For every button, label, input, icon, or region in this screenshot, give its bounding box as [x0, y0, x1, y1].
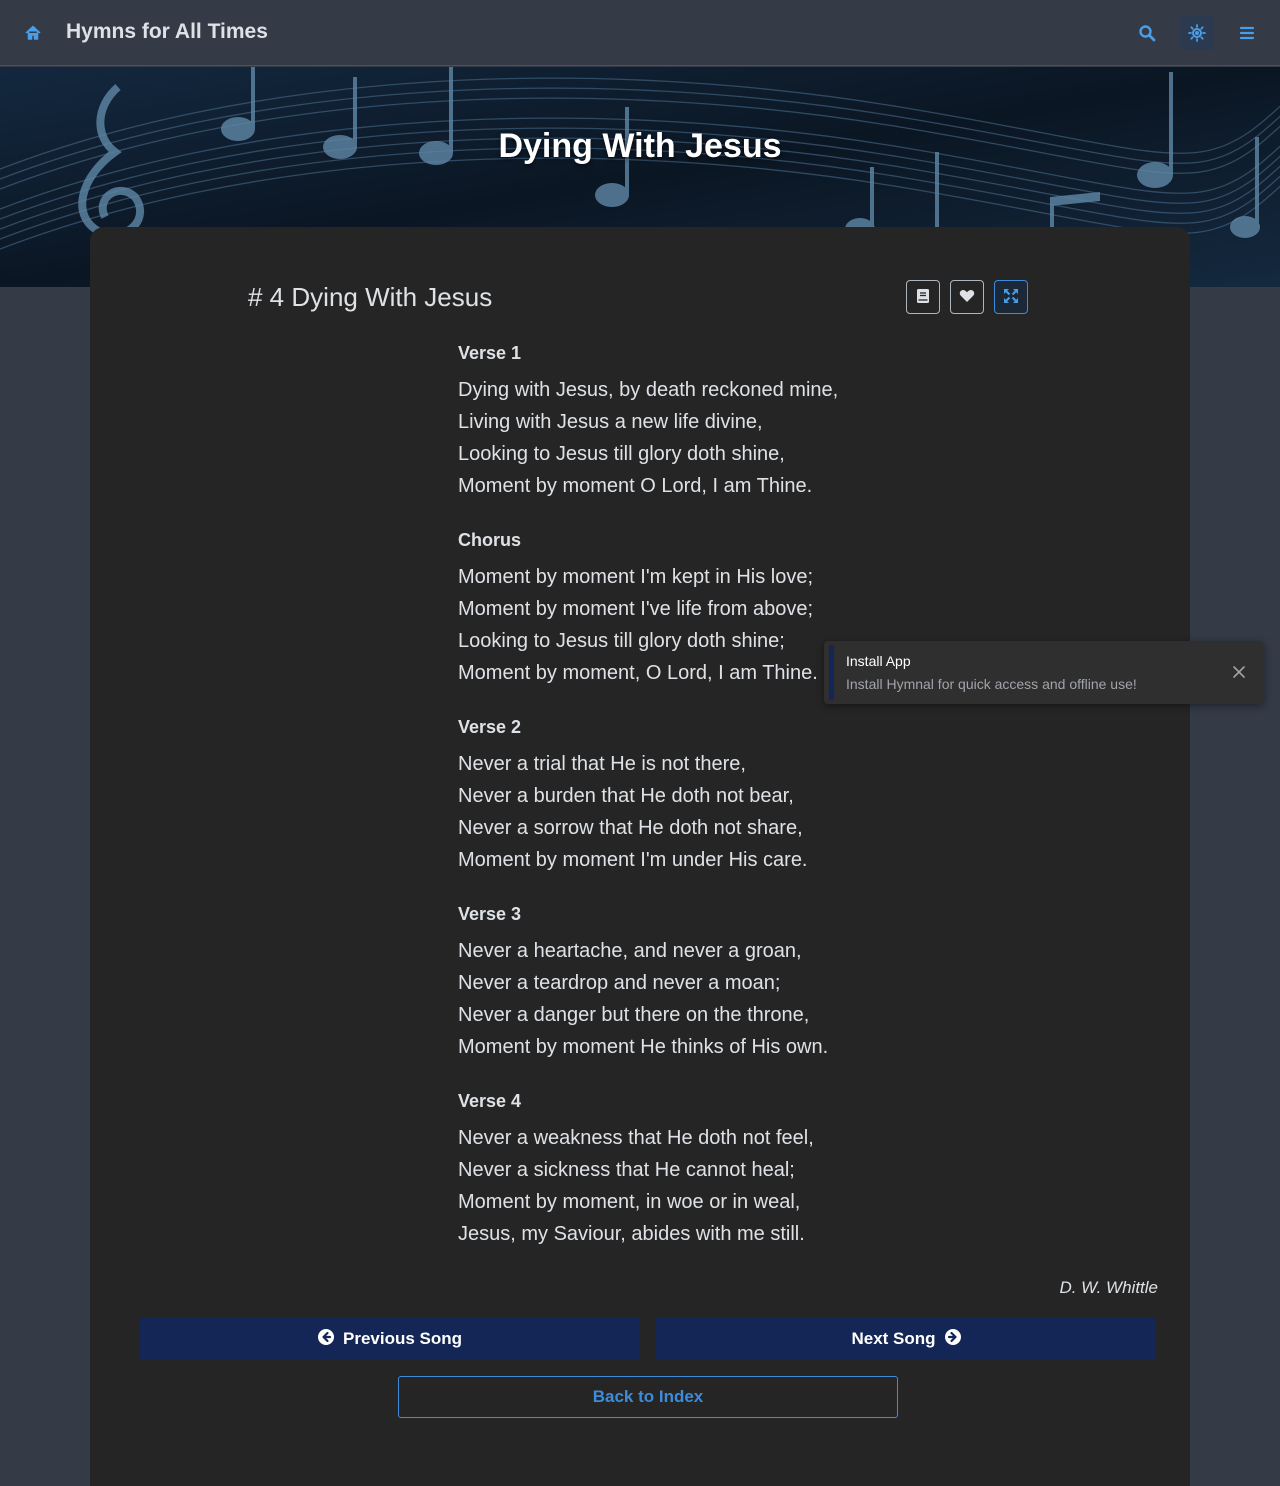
song-number: # 4 [248, 282, 285, 312]
search-icon[interactable] [1130, 16, 1164, 50]
lyric-line: Never a weakness that He doth not feel, [458, 1127, 814, 1149]
song-title: Dying With Jesus [291, 282, 493, 312]
lyric-line: Never a burden that He doth not bear, [458, 785, 794, 807]
verse-4: Verse 4 Never a weakness that He doth no… [458, 1090, 958, 1250]
book-button[interactable] [906, 280, 940, 314]
next-song-label: Next Song [851, 1329, 936, 1348]
lyric-line: Moment by moment I've life from above; [458, 598, 814, 620]
lyric-line: Moment by moment He thinks of His own. [458, 1036, 829, 1058]
lyric-line: Jesus, my Saviour, abides with me still. [458, 1223, 805, 1245]
menu-icon[interactable] [1230, 16, 1264, 50]
lyric-line: Moment by moment O Lord, I am Thine. [458, 475, 813, 497]
song-heading: # 4 Dying With Jesus [248, 282, 492, 313]
back-to-index-button[interactable]: Back to Index [398, 1376, 898, 1418]
arrow-left-circle-icon [317, 1328, 334, 1350]
song-card: # 4 Dying With Jesus Verse 1 Dying with … [90, 227, 1190, 1486]
toast-title: Install App [846, 653, 911, 669]
verse-3: Verse 3 Never a heartache, and never a g… [458, 903, 958, 1063]
lyric-line: Never a sorrow that He doth not share, [458, 817, 803, 839]
lyric-line: Moment by moment, in woe or in weal, [458, 1191, 801, 1213]
install-toast: Install App Install Hymnal for quick acc… [824, 641, 1264, 704]
section-label: Verse 4 [458, 1091, 522, 1111]
section-label: Verse 1 [458, 343, 522, 363]
section-label: Verse 3 [458, 904, 522, 924]
lyrics: Verse 1 Dying with Jesus, by death recko… [458, 342, 958, 1277]
lyric-line: Looking to Jesus till glory doth shine, [458, 443, 785, 465]
lyric-line: Dying with Jesus, by death reckoned mine… [458, 379, 839, 401]
section-label: Chorus [458, 530, 521, 550]
toast-message: Install Hymnal for quick access and offl… [846, 676, 1137, 692]
sun-icon[interactable] [1180, 16, 1214, 50]
lyric-line: Never a sickness that He cannot heal; [458, 1159, 795, 1181]
previous-song-label: Previous Song [342, 1329, 463, 1348]
lyric-line: Never a danger but there on the throne, [458, 1004, 810, 1026]
hero-title: Dying With Jesus [498, 127, 782, 165]
expand-icon [1004, 288, 1018, 306]
lyric-line: Moment by moment I'm kept in His love; [458, 566, 814, 588]
lyric-line: Living with Jesus a new life divine, [458, 411, 763, 433]
next-song-button[interactable]: Next Song [656, 1318, 1156, 1360]
song-author: D. W. Whittle [1059, 1278, 1158, 1297]
section-label: Verse 2 [458, 717, 522, 737]
favorite-button[interactable] [950, 280, 984, 314]
heart-icon [959, 289, 975, 306]
lyric-line: Never a trial that He is not there, [458, 753, 746, 775]
lyric-line: Never a heartache, and never a groan, [458, 940, 802, 962]
book-icon [916, 288, 930, 307]
verse-2: Verse 2 Never a trial that He is not the… [458, 716, 958, 876]
lyric-line: Moment by moment I'm under His care. [458, 849, 808, 871]
lyric-line: Never a teardrop and never a moan; [458, 972, 781, 994]
brand-title[interactable]: Hymns for All Times [66, 20, 268, 44]
arrow-right-circle-icon [944, 1328, 961, 1350]
home-icon[interactable] [22, 22, 44, 44]
fullscreen-button[interactable] [994, 280, 1028, 314]
close-icon[interactable] [1232, 665, 1246, 679]
verse-1: Verse 1 Dying with Jesus, by death recko… [458, 342, 958, 502]
toast-accent-bar [829, 645, 834, 700]
previous-song-button[interactable]: Previous Song [140, 1318, 640, 1360]
navbar: Hymns for All Times [0, 0, 1280, 66]
